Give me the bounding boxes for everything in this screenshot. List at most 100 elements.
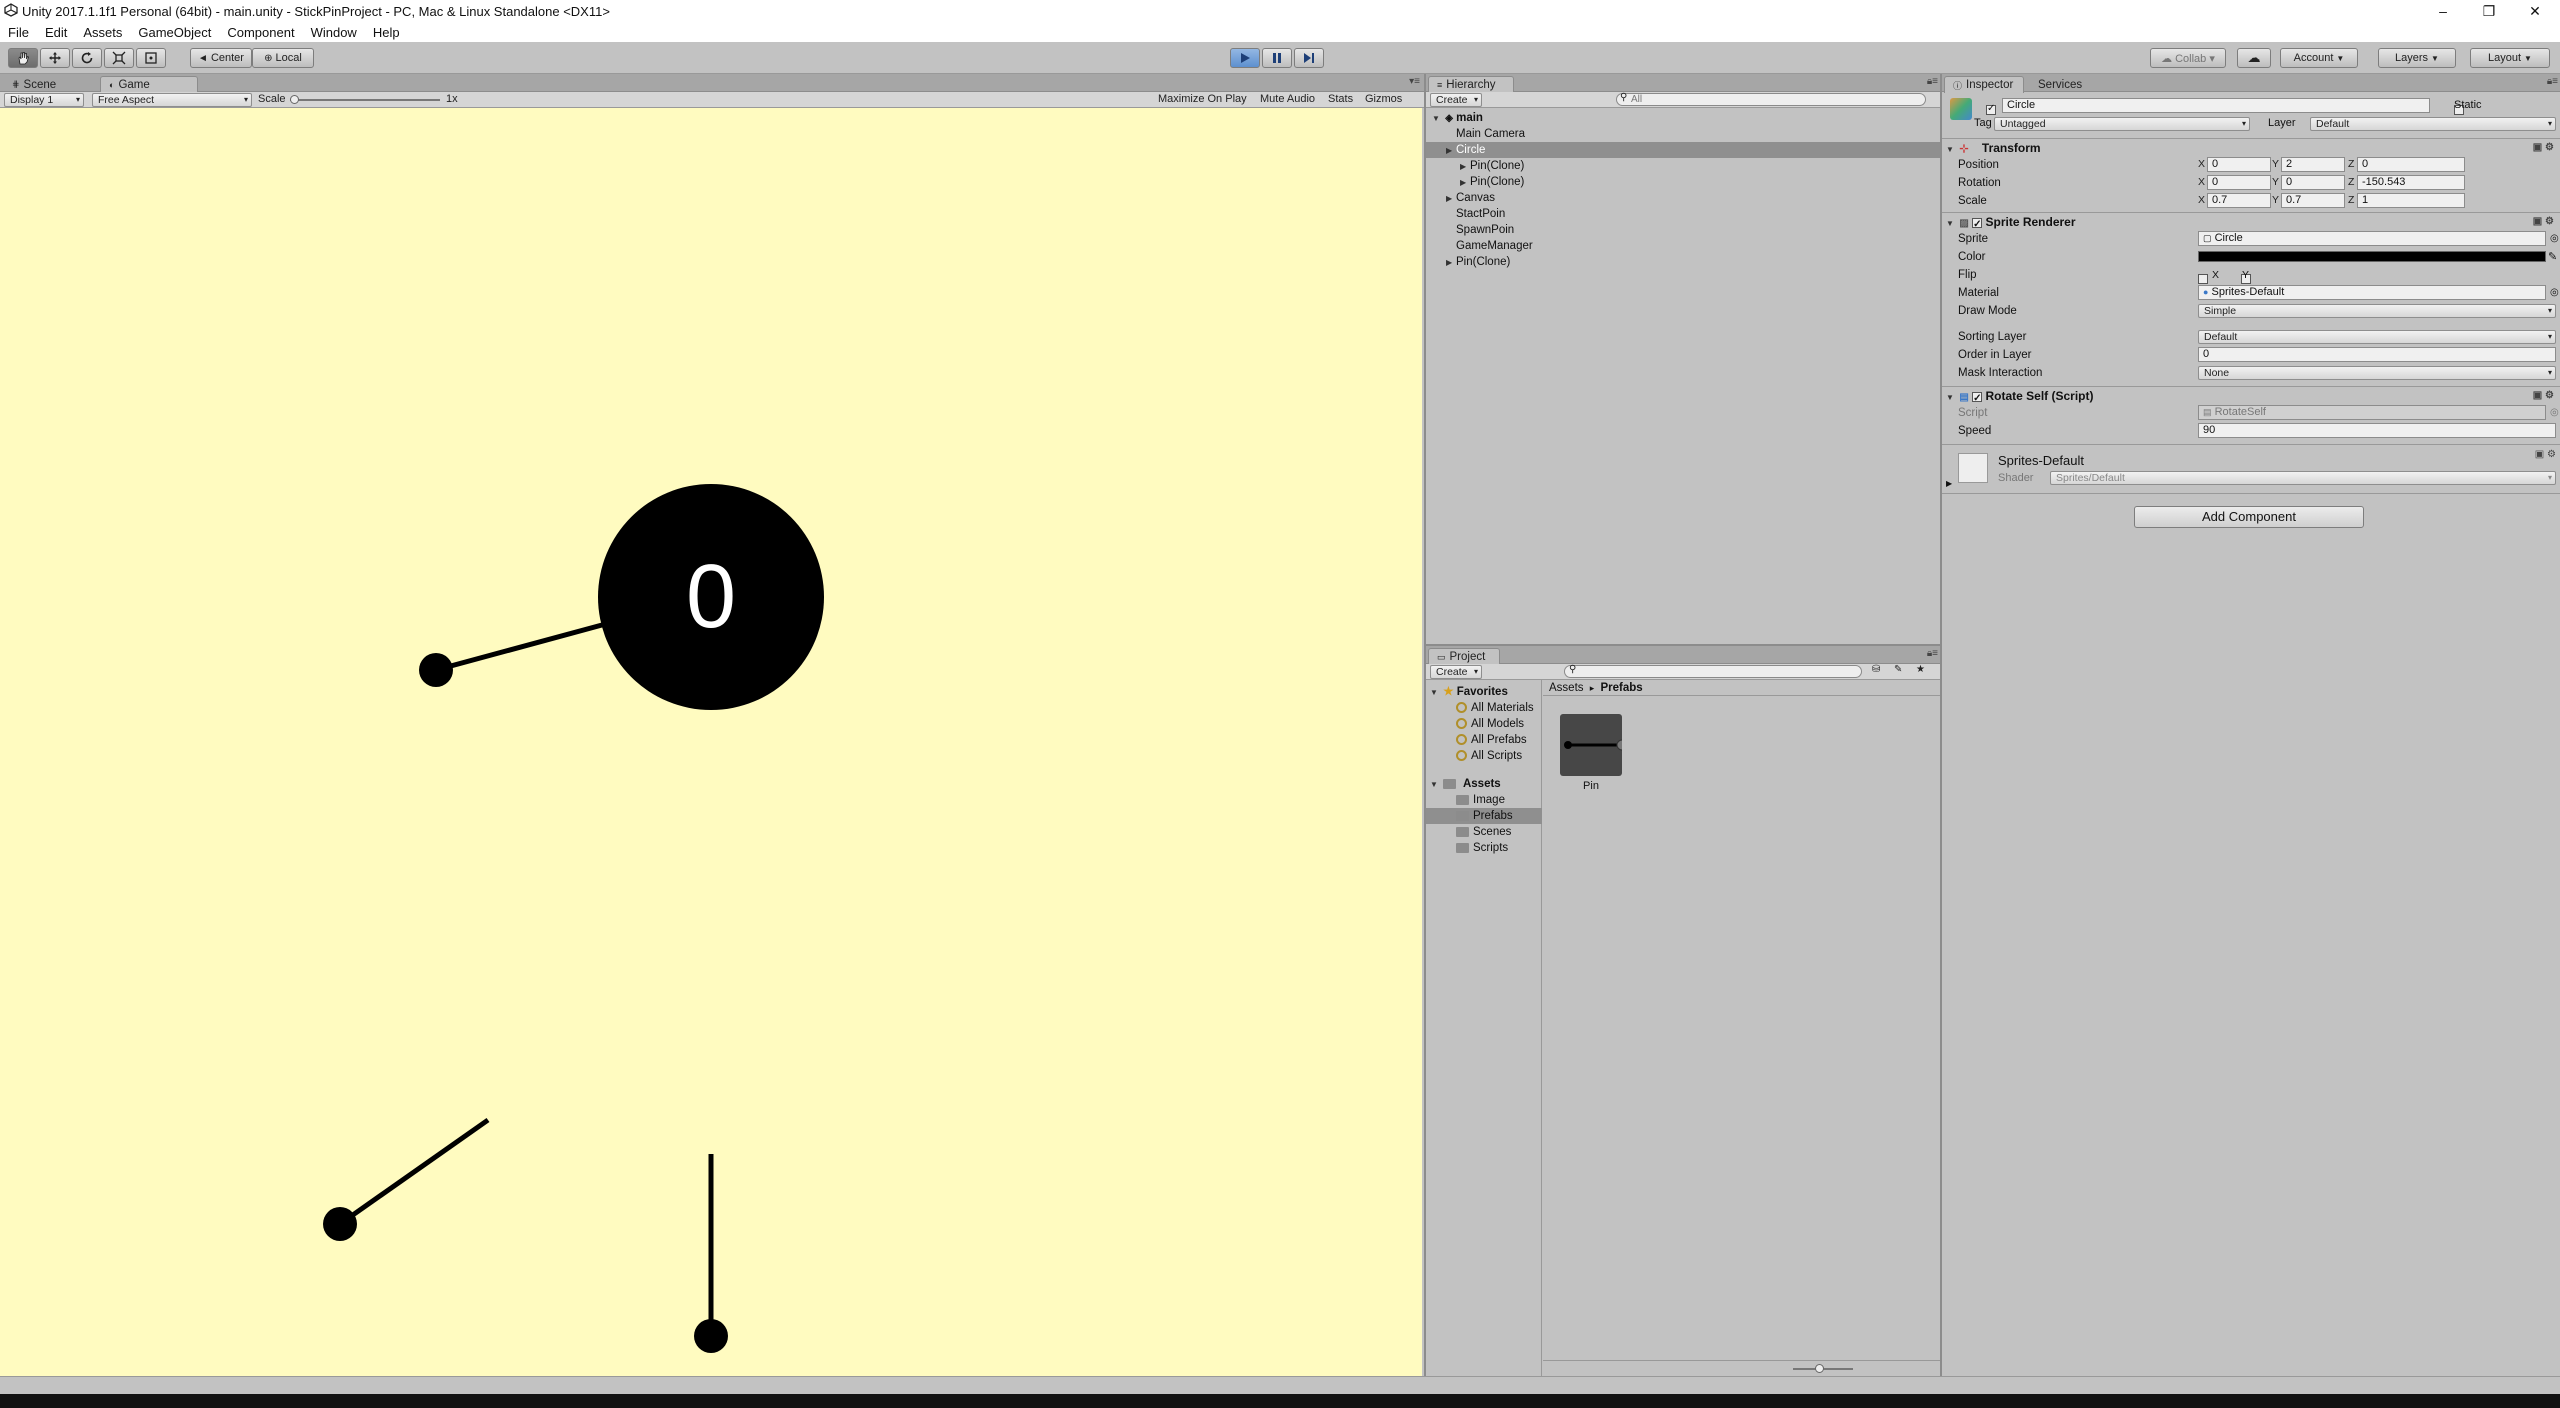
step-button[interactable] xyxy=(1294,48,1324,68)
project-search-input[interactable] xyxy=(1564,665,1862,678)
hierarchy-item[interactable]: Main Camera xyxy=(1426,126,1941,142)
rect-tool-button[interactable] xyxy=(136,48,166,68)
draw-mode-dropdown[interactable]: Simple xyxy=(2198,304,2556,318)
breadcrumb-assets[interactable]: Assets xyxy=(1549,682,1584,694)
rotation-x-axis-label[interactable]: X xyxy=(2198,176,2205,188)
object-picker-icon[interactable]: ◎ xyxy=(2550,284,2559,302)
shader-dropdown[interactable]: Sprites/Default xyxy=(2050,471,2556,485)
position-y-field[interactable]: 2 xyxy=(2281,157,2345,172)
collab-button[interactable]: ☁ Collab ▾ xyxy=(2150,48,2226,68)
expand-arrow-icon[interactable]: ▶ xyxy=(1446,143,1456,159)
hierarchy-item[interactable]: StactPoin xyxy=(1426,206,1941,222)
menu-assets[interactable]: Assets xyxy=(75,25,130,40)
speed-field[interactable]: 90 xyxy=(2198,423,2556,438)
scale-x-field[interactable]: 0.7 xyxy=(2207,193,2271,208)
order-in-layer-field[interactable]: 0 xyxy=(2198,347,2556,362)
position-z-field[interactable]: 0 xyxy=(2357,157,2465,172)
rotate-self-header[interactable]: ▼ ▤ Rotate Self (Script) ▣ ⚙ xyxy=(1942,386,2560,408)
display-dropdown[interactable]: Display 1 xyxy=(4,93,84,107)
maximize-on-play-toggle[interactable]: Maximize On Play xyxy=(1158,93,1247,105)
tab-services[interactable]: Services xyxy=(2030,76,2090,93)
rotate-tool-button[interactable] xyxy=(72,48,102,68)
folder-scenes[interactable]: Scenes xyxy=(1456,824,1511,840)
lock-icon[interactable]: 🔒︎≡ xyxy=(1927,648,1938,659)
position-x-axis-label[interactable]: X xyxy=(2198,158,2205,170)
object-picker-icon[interactable]: ◎ xyxy=(2550,230,2559,248)
expand-arrow-icon[interactable]: ▶ xyxy=(1460,159,1470,175)
scale-z-field[interactable]: 1 xyxy=(2357,193,2465,208)
prefab-thumbnail[interactable] xyxy=(1560,714,1628,776)
close-button[interactable]: ✕ xyxy=(2512,0,2558,22)
position-z-axis-label[interactable]: Z xyxy=(2348,158,2354,170)
maximize-button[interactable]: ❐ xyxy=(2466,0,2512,22)
favorites-header[interactable]: ▼ ★ Favorites xyxy=(1430,684,1508,700)
position-x-field[interactable]: 0 xyxy=(2207,157,2271,172)
account-dropdown[interactable]: Account ▼ xyxy=(2280,48,2358,68)
rotation-z-field[interactable]: -150.543 xyxy=(2357,175,2465,190)
expand-arrow-icon[interactable]: ▶ xyxy=(1460,175,1470,191)
hierarchy-item[interactable]: ▶ Circle xyxy=(1426,142,1941,158)
sprite-renderer-enabled-checkbox[interactable] xyxy=(1972,216,1983,234)
breadcrumb-prefabs[interactable]: Prefabs xyxy=(1600,682,1642,694)
folder-prefabs[interactable]: Prefabs xyxy=(1426,808,1542,824)
sprite-field[interactable]: ▢ Circle xyxy=(2198,231,2546,246)
flip-x-checkbox[interactable] xyxy=(2198,273,2208,284)
menu-component[interactable]: Component xyxy=(219,25,302,40)
hierarchy-item[interactable]: ▶ Pin(Clone) xyxy=(1426,254,1941,270)
layout-dropdown[interactable]: Layout ▼ xyxy=(2470,48,2550,68)
folder-image[interactable]: Image xyxy=(1456,792,1505,808)
rotation-y-axis-label[interactable]: Y xyxy=(2272,176,2279,188)
aspect-dropdown[interactable]: Free Aspect xyxy=(92,93,252,107)
tab-scene[interactable]: ⋕ Scene xyxy=(4,76,64,93)
rotation-y-field[interactable]: 0 xyxy=(2281,175,2345,190)
menu-gameobject[interactable]: GameObject xyxy=(130,25,219,40)
sorting-layer-dropdown[interactable]: Default xyxy=(2198,330,2556,344)
expand-arrow-icon[interactable]: ▶ xyxy=(1446,255,1456,271)
scale-x-axis-label[interactable]: X xyxy=(2198,194,2205,206)
tab-project[interactable]: ▭ Project xyxy=(1428,648,1500,665)
lock-icon[interactable]: 🔒︎≡ xyxy=(2547,76,2558,87)
position-y-axis-label[interactable]: Y xyxy=(2272,158,2279,170)
sprite-renderer-header[interactable]: ▼ ▨ Sprite Renderer ▣ ⚙ xyxy=(1942,212,2560,234)
rotation-x-field[interactable]: 0 xyxy=(2207,175,2271,190)
zoom-slider-thumb[interactable] xyxy=(1815,1364,1824,1373)
fav-all-models[interactable]: All Models xyxy=(1456,716,1524,732)
pivot-center-button[interactable]: ◄ Center xyxy=(190,48,252,68)
gear-icon[interactable]: ▣ ⚙ xyxy=(2533,387,2554,405)
rotate-self-enabled-checkbox[interactable] xyxy=(1972,390,1983,408)
gear-icon[interactable]: ▣ ⚙ xyxy=(2535,449,2556,460)
expand-arrow-icon[interactable]: ▶ xyxy=(1946,479,1952,488)
scale-y-axis-label[interactable]: Y xyxy=(2272,194,2279,206)
scale-y-field[interactable]: 0.7 xyxy=(2281,193,2345,208)
fav-all-prefabs[interactable]: All Prefabs xyxy=(1456,732,1527,748)
project-create-dropdown[interactable]: Create xyxy=(1430,665,1482,679)
scale-z-axis-label[interactable]: Z xyxy=(2348,194,2354,206)
hand-tool-button[interactable] xyxy=(8,48,38,68)
scale-slider-track[interactable] xyxy=(290,99,440,101)
stats-toggle[interactable]: Stats xyxy=(1328,93,1353,105)
tab-game[interactable]: ◐ Game xyxy=(100,76,198,93)
pause-button[interactable] xyxy=(1262,48,1292,68)
active-checkbox[interactable] xyxy=(1986,103,1996,115)
expand-arrow-icon[interactable]: ▶ xyxy=(1446,191,1456,207)
menu-edit[interactable]: Edit xyxy=(37,25,75,40)
hierarchy-item[interactable]: SpawnPoin xyxy=(1426,222,1941,238)
add-component-button[interactable]: Add Component xyxy=(2134,506,2364,528)
menu-help[interactable]: Help xyxy=(365,25,408,40)
fav-all-materials[interactable]: All Materials xyxy=(1456,700,1534,716)
mask-interaction-dropdown[interactable]: None xyxy=(2198,366,2556,380)
hierarchy-create-dropdown[interactable]: Create xyxy=(1430,93,1482,107)
hierarchy-item[interactable]: GameManager xyxy=(1426,238,1941,254)
move-tool-button[interactable] xyxy=(40,48,70,68)
hierarchy-search-input[interactable]: All xyxy=(1616,93,1926,106)
tab-hierarchy[interactable]: ≡ Hierarchy xyxy=(1428,76,1514,93)
menu-file[interactable]: File xyxy=(0,25,37,40)
game-view[interactable]: 0 xyxy=(0,108,1422,1376)
mute-audio-toggle[interactable]: Mute Audio xyxy=(1260,93,1315,105)
play-button[interactable] xyxy=(1230,48,1260,68)
cloud-services-button[interactable]: ☁ xyxy=(2237,48,2271,68)
gizmos-dropdown[interactable]: Gizmos xyxy=(1365,93,1402,105)
gear-icon[interactable]: ▣ ⚙ xyxy=(2533,139,2554,157)
hierarchy-item[interactable]: ▶ Canvas xyxy=(1426,190,1941,206)
filter-label-icon[interactable]: ✎ xyxy=(1894,664,1902,675)
